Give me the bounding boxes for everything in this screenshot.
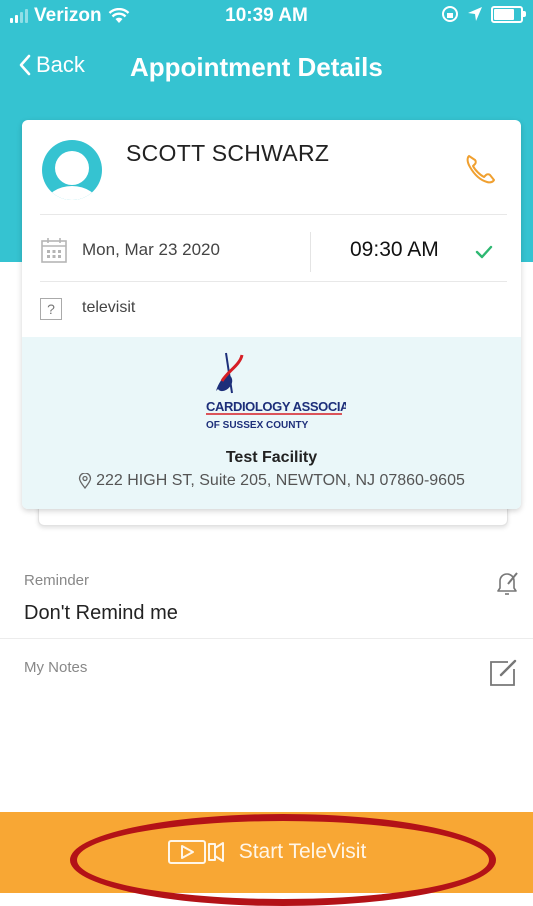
orientation-lock-icon bbox=[442, 6, 458, 22]
location-pin-icon bbox=[78, 473, 92, 489]
bell-edit-icon[interactable] bbox=[494, 570, 520, 598]
visit-type: televisit bbox=[82, 299, 136, 316]
question-icon: ? bbox=[40, 298, 62, 320]
edit-notes-icon[interactable] bbox=[488, 658, 518, 688]
start-televisit-label: Start TeleVisit bbox=[238, 840, 367, 863]
battery-icon bbox=[491, 5, 526, 23]
status-icons bbox=[441, 5, 526, 23]
chevron-left-icon bbox=[19, 54, 31, 76]
date-time-separator bbox=[310, 232, 311, 272]
status-bar: Verizon 10:39 AM bbox=[0, 0, 533, 34]
section-divider bbox=[0, 638, 533, 639]
location-icon bbox=[468, 7, 482, 21]
notes-label: My Notes bbox=[24, 659, 88, 676]
logo-line-1: CARDIOLOGY ASSOCIATES bbox=[206, 399, 346, 414]
patient-name: SCOTT SCHWARZ bbox=[126, 140, 330, 166]
facility-address: 222 HIGH ST, Suite 205, NEWTON, NJ 07860… bbox=[96, 472, 465, 489]
reminder-value[interactable]: Don't Remind me bbox=[24, 602, 178, 625]
appointment-time: 09:30 AM bbox=[350, 238, 439, 261]
navigation-bar: Back Appointment Details bbox=[0, 48, 533, 96]
reminder-label: Reminder bbox=[24, 572, 90, 589]
back-label: Back bbox=[36, 52, 85, 77]
appointment-date: Mon, Mar 23 2020 bbox=[82, 240, 220, 259]
card-divider bbox=[40, 214, 507, 215]
avatar-icon bbox=[42, 140, 102, 200]
phone-icon[interactable] bbox=[463, 152, 497, 186]
facility-address-row: 222 HIGH ST, Suite 205, NEWTON, NJ 07860… bbox=[22, 472, 521, 490]
logo-line-2: OF SUSSEX COUNTY bbox=[206, 420, 309, 431]
date-time-row: Mon, Mar 23 2020 09:30 AM bbox=[40, 232, 510, 276]
calendar-icon bbox=[41, 238, 67, 263]
check-icon bbox=[475, 245, 493, 259]
facility-name: Test Facility bbox=[225, 449, 318, 466]
page-title: Appointment Details bbox=[130, 52, 383, 82]
back-button[interactable]: Back bbox=[18, 52, 85, 78]
start-televisit-button[interactable]: Start TeleVisit bbox=[0, 812, 533, 893]
facility-logo: CARDIOLOGY ASSOCIATES OF SUSSEX COUNTY bbox=[206, 352, 346, 431]
card-divider bbox=[40, 281, 507, 282]
facility-section: CARDIOLOGY ASSOCIATES OF SUSSEX COUNTY T… bbox=[22, 337, 521, 509]
video-camera-icon bbox=[167, 840, 224, 864]
appointment-card: SCOTT SCHWARZ Mon, Mar 23 2020 09:30 AM … bbox=[22, 120, 521, 509]
start-televisit-content: Start TeleVisit bbox=[0, 838, 533, 866]
